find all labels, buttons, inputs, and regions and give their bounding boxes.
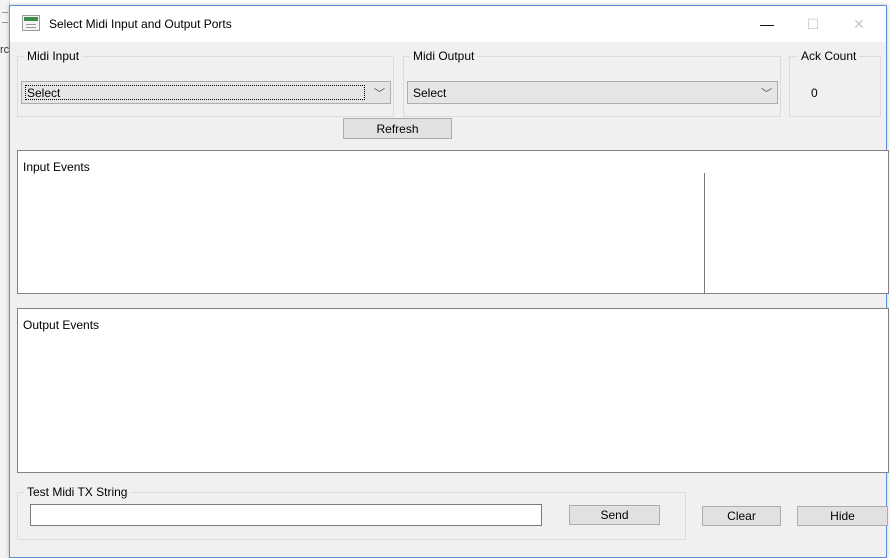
column-divider [704,173,705,294]
send-button[interactable]: Send [569,505,660,525]
midi-input-dropdown[interactable]: Select ﹀ [21,81,391,104]
refresh-button[interactable]: Refresh [343,118,452,139]
midi-input-selected: Select [27,86,61,100]
input-events-panel[interactable]: Input Events [17,150,889,294]
midi-output-label: Midi Output [410,49,478,63]
chevron-down-icon[interactable]: ﹀ [374,85,385,101]
input-events-label: Input Events [23,160,90,174]
close-button[interactable]: ✕ [836,6,882,42]
minimize-button[interactable]: — [744,6,790,42]
ack-count-label: Ack Count [798,49,860,63]
window-title: Select Midi Input and Output Ports [49,17,232,31]
midi-output-selected: Select [413,86,447,100]
ack-count-value: 0 [811,86,818,100]
background-mark [2,12,8,13]
title-bar[interactable]: Select Midi Input and Output Ports — ☐ ✕ [10,6,886,42]
output-events-label: Output Events [23,318,100,332]
test-tx-input[interactable] [30,504,542,526]
output-events-panel[interactable]: Output Events [17,308,889,473]
background-mark [2,22,8,23]
focus-rectangle [25,85,365,100]
hide-button[interactable]: Hide [797,506,888,526]
app-window-icon [22,15,40,31]
screen: rc Select Midi Input and Output Ports — … [0,0,890,558]
ack-count-group: Ack Count [789,49,881,117]
test-tx-label: Test Midi TX String [24,485,131,499]
clear-button[interactable]: Clear [702,506,781,526]
midi-output-dropdown[interactable]: Select ﹀ [407,81,778,104]
chevron-down-icon[interactable]: ﹀ [761,85,772,101]
midi-input-label: Midi Input [24,49,83,63]
midi-ports-window: Select Midi Input and Output Ports — ☐ ✕… [9,5,889,558]
maximize-button: ☐ [806,15,820,32]
